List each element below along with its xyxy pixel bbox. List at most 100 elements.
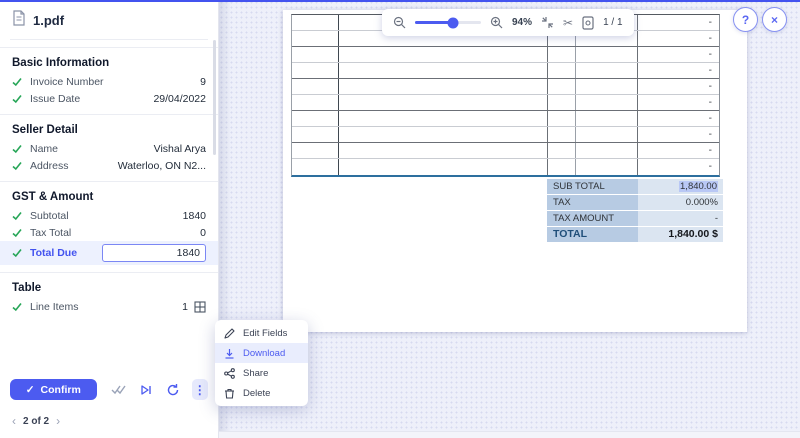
line-cell	[547, 79, 575, 94]
summary-label: TAX AMOUNT	[547, 211, 638, 226]
download-icon	[224, 348, 235, 359]
zoom-out-icon[interactable]	[393, 16, 406, 29]
check-icon	[12, 211, 22, 221]
menu-item-delete[interactable]: Delete	[215, 383, 308, 403]
line-cell	[338, 111, 547, 126]
field-label: Tax Total	[30, 227, 71, 239]
rotate-page-icon[interactable]	[582, 16, 594, 30]
split-page-icon[interactable]: ✂	[563, 16, 573, 30]
help-button[interactable]: ?	[733, 7, 758, 32]
page-indicator: 2 of 2	[23, 416, 49, 427]
field-row-tax-total: Tax Total 0	[10, 224, 208, 241]
field-value: 0	[200, 227, 206, 239]
line-cell	[575, 63, 638, 78]
line-amount-cell: -	[637, 63, 719, 78]
check-icon	[12, 161, 22, 171]
summary-label: TOTAL	[547, 227, 638, 242]
field-row-line-items: Line Items1	[10, 298, 208, 315]
section-divider	[0, 272, 218, 273]
field-row-issue-date: Issue Date29/04/2022	[10, 90, 208, 107]
menu-item-label: Delete	[243, 388, 270, 399]
summary-row-total: TOTAL1,840.00 $	[547, 227, 723, 242]
share-icon	[224, 368, 235, 379]
field-row-address: AddressWaterloo, ON N2...	[10, 157, 208, 174]
zoom-level-label: 94%	[512, 17, 532, 28]
confirm-all-icon[interactable]	[111, 384, 126, 395]
section-title-seller-detail: Seller Detail	[12, 124, 206, 136]
field-row-name: Name Vishal Arya	[10, 140, 208, 157]
invoice-line-row: -	[292, 127, 719, 143]
line-cell	[292, 111, 338, 126]
line-cell	[292, 143, 338, 158]
line-cell	[292, 79, 338, 94]
zoom-in-icon[interactable]	[490, 16, 503, 29]
pagination: ‹ 2 of 2 ›	[10, 412, 208, 432]
check-icon	[12, 144, 22, 154]
file-icon	[12, 10, 26, 31]
summary-label: TAX	[547, 195, 638, 210]
menu-item-edit-fields[interactable]: Edit Fields	[215, 323, 308, 343]
refresh-icon[interactable]	[166, 383, 180, 397]
zoom-slider-thumb[interactable]	[447, 17, 458, 28]
field-sections: Basic Information Invoice Number9Issue Da…	[10, 40, 208, 315]
line-cell	[338, 95, 547, 110]
field-input-total-due[interactable]	[102, 244, 206, 262]
menu-item-label: Share	[243, 368, 268, 379]
file-header: 1.pdf	[10, 8, 208, 40]
line-cell	[292, 127, 338, 142]
field-row-invoice-number: Invoice Number9	[10, 73, 208, 90]
line-amount-cell: -	[637, 143, 719, 158]
invoice-line-row: -	[292, 143, 719, 159]
confirm-button[interactable]: ✓ Confirm	[10, 379, 97, 400]
close-button[interactable]: ×	[762, 7, 787, 32]
selected-value-highlight: 1,840.00	[679, 181, 718, 192]
sidebar-actions: ✓ Confirm ⋮	[10, 379, 208, 400]
table-grid-icon[interactable]	[188, 301, 206, 313]
page-count-label: 1 / 1	[603, 17, 622, 28]
field-row-subtotal: Subtotal1840	[10, 207, 208, 224]
check-icon	[12, 228, 22, 238]
check-icon	[12, 248, 22, 258]
line-amount-cell: -	[637, 159, 719, 175]
more-options-button[interactable]: ⋮	[192, 379, 208, 400]
menu-item-share[interactable]: Share	[215, 363, 308, 383]
section-divider	[0, 114, 218, 115]
line-cell	[292, 15, 338, 30]
field-value: Vishal Arya	[154, 143, 206, 155]
line-cell	[575, 79, 638, 94]
line-cell	[338, 47, 547, 62]
section-title-basic-information: Basic Information	[12, 57, 206, 69]
check-icon	[12, 302, 22, 312]
next-page-button[interactable]: ›	[56, 414, 60, 428]
line-cell	[338, 127, 547, 142]
zoom-slider[interactable]	[415, 21, 481, 24]
fit-screen-icon[interactable]	[541, 16, 554, 29]
context-menu: Edit FieldsDownload Share Delete	[215, 320, 308, 406]
sidebar-scrollbar[interactable]	[213, 40, 216, 155]
section-title-table: Table	[12, 282, 206, 294]
prev-page-button[interactable]: ‹	[12, 414, 16, 428]
field-value: 29/04/2022	[153, 93, 206, 105]
field-row-total-due[interactable]: Total Due	[0, 241, 218, 265]
line-cell	[575, 111, 638, 126]
pdf-page: ---------- SUB TOTAL1,840.00TAX0.000%TAX…	[283, 10, 747, 332]
summary-label: SUB TOTAL	[547, 179, 638, 194]
field-label: Name	[30, 143, 58, 155]
line-cell	[292, 95, 338, 110]
section-divider	[0, 181, 218, 182]
summary-row-tax: TAX0.000%	[547, 195, 723, 210]
skip-next-icon[interactable]	[140, 384, 152, 396]
summary-row-sub-total: SUB TOTAL 1,840.00	[547, 179, 723, 194]
line-cell	[547, 127, 575, 142]
line-cell	[547, 159, 575, 175]
invoice-line-row: -	[292, 63, 719, 79]
horizontal-scrollbar[interactable]	[219, 431, 800, 438]
summary-row-tax-amount: TAX AMOUNT-	[547, 211, 723, 226]
line-cell	[547, 143, 575, 158]
line-amount-cell: -	[637, 79, 719, 94]
line-cell	[292, 31, 338, 46]
sidebar-spacer	[10, 315, 208, 379]
line-cell	[547, 111, 575, 126]
menu-item-download[interactable]: Download	[215, 343, 308, 363]
line-cell	[547, 47, 575, 62]
